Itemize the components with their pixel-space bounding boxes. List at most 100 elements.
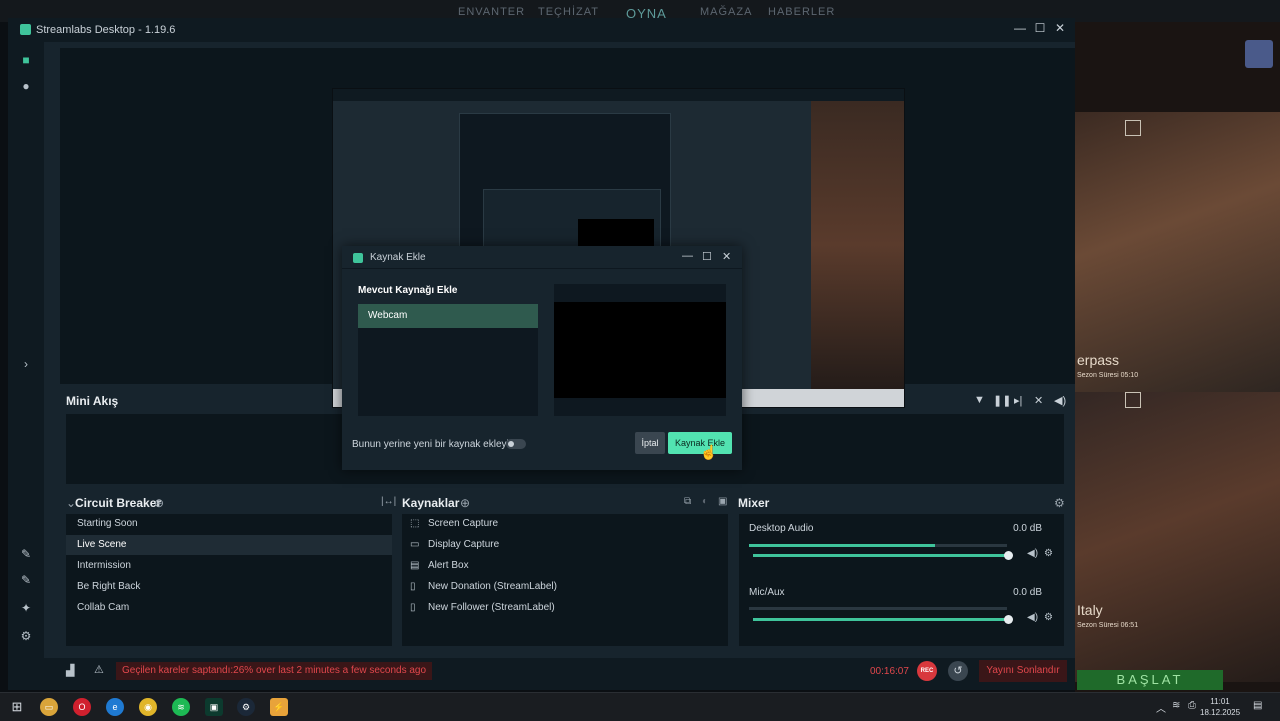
gear-icon[interactable]: ⚙: [18, 628, 34, 644]
cancel-button[interactable]: İptal: [635, 432, 665, 454]
minimize-icon[interactable]: —: [1010, 21, 1030, 35]
volume-knob[interactable]: [1004, 551, 1013, 560]
editor-icon[interactable]: ■: [18, 52, 34, 68]
volume-icon[interactable]: ◀): [1054, 394, 1066, 407]
dropped-frames-warning: Geçilen kareler saptandı:26% over last 2…: [116, 662, 433, 680]
scene-item[interactable]: Intermission: [66, 556, 392, 576]
scenes-list: Starting Soon Live Scene Intermission Be…: [66, 514, 392, 646]
game-start-banner[interactable]: BAŞLAT: [1077, 670, 1223, 690]
pause-icon[interactable]: ❚❚: [993, 394, 1011, 407]
source-label: New Donation (StreamLabel): [428, 581, 557, 592]
volume-slider[interactable]: [753, 618, 1009, 621]
edge-icon[interactable]: e: [106, 698, 124, 716]
add-source-icon[interactable]: ⊕: [460, 496, 470, 510]
source-label: New Follower (StreamLabel): [428, 602, 555, 613]
game-card: erpass Sezon Süresi 05:10: [1075, 112, 1280, 402]
source-label: Display Capture: [428, 539, 500, 550]
square-icon: [1125, 120, 1141, 136]
source-option-webcam[interactable]: Webcam: [358, 304, 538, 328]
microphone-icon[interactable]: ⎙: [1188, 700, 1196, 711]
status-bar: ▟ ⚠ Geçilen kareler saptandı:26% over la…: [8, 658, 1075, 690]
rec-button[interactable]: REC: [917, 661, 937, 681]
skip-icon[interactable]: ▸|: [1014, 394, 1022, 407]
source-item[interactable]: ▭ Display Capture: [410, 535, 499, 555]
game-nav-item: MAĞAZA: [700, 6, 753, 18]
left-nav: ■ ● › ✎ ✎ ✦ ⚙ ⚲: [8, 42, 44, 690]
mute-icon[interactable]: ◀): [1027, 548, 1038, 559]
gear-icon[interactable]: ⚙: [1044, 612, 1053, 623]
dialog-title: Kaynak Ekle: [370, 252, 426, 263]
game-card-sub: Sezon Süresi 05:10: [1077, 372, 1139, 379]
level-meter: [749, 607, 1007, 610]
source-item[interactable]: ▤ Alert Box: [410, 556, 469, 576]
channel-db: 0.0 dB: [1013, 523, 1042, 534]
file-explorer-icon[interactable]: ▭: [40, 698, 58, 716]
visibility-icon[interactable]: ◐: [702, 496, 708, 507]
close-icon[interactable]: ✕: [722, 250, 731, 263]
clock-date: 18.12.2025: [1200, 708, 1241, 717]
windows-start-icon[interactable]: ⊞: [8, 698, 26, 716]
streamlabs-logo-icon: [353, 253, 363, 263]
notification-icon[interactable]: ▤: [1253, 700, 1262, 711]
scene-item[interactable]: Collab Cam: [66, 598, 392, 618]
screen-capture-icon: ⬚: [410, 518, 420, 529]
steam-icon[interactable]: ⚙: [237, 698, 255, 716]
wifi-icon[interactable]: ≋: [1172, 700, 1180, 711]
mute-icon[interactable]: ◀): [1027, 612, 1038, 623]
add-scene-icon[interactable]: ⊕: [154, 496, 164, 510]
source-item[interactable]: ⬚ Screen Capture: [410, 514, 498, 534]
stats-icon[interactable]: ▟: [66, 664, 74, 677]
existing-sources-list: Webcam: [358, 304, 538, 416]
mute-alerts-icon[interactable]: ✕: [1034, 394, 1043, 407]
filter-icon[interactable]: ▼: [974, 394, 985, 406]
warning-icon[interactable]: ⚠: [94, 663, 104, 676]
opera-icon[interactable]: O: [73, 698, 91, 716]
source-item[interactable]: ▯ New Follower (StreamLabel): [410, 598, 555, 618]
end-stream-button[interactable]: Yayını Sonlandır: [979, 660, 1067, 682]
maximize-icon[interactable]: ☐: [702, 250, 712, 263]
record-icon[interactable]: ●: [18, 78, 34, 94]
cursor-hand-icon: ☝: [700, 444, 718, 460]
scene-item[interactable]: Be Right Back: [66, 577, 392, 597]
volume-slider[interactable]: [753, 554, 1009, 557]
sparkle-icon[interactable]: ✦: [18, 600, 34, 616]
avatar[interactable]: [1245, 40, 1273, 68]
minimize-icon[interactable]: —: [682, 250, 693, 262]
game-card-title: Italy: [1077, 602, 1103, 618]
themes-icon[interactable]: ✎: [18, 546, 34, 562]
clock-time: 11:01: [1210, 697, 1230, 706]
maximize-icon[interactable]: ☐: [1030, 21, 1050, 35]
game-card-sub: Sezon Süresi 06:51: [1077, 622, 1139, 629]
game-icon[interactable]: ⚡: [270, 698, 288, 716]
chevron-right-icon[interactable]: ›: [18, 356, 34, 372]
transition-icon[interactable]: |↔|: [381, 496, 396, 507]
game-nav-item: HABERLER: [768, 6, 836, 18]
game-background: erpass Sezon Süresi 05:10 Italy Sezon Sü…: [1075, 22, 1280, 692]
new-source-toggle[interactable]: [506, 439, 526, 449]
clock[interactable]: 11:01 18.12.2025: [1200, 696, 1240, 718]
streamlabs-icon[interactable]: ▣: [205, 698, 223, 716]
chrome-icon[interactable]: ◉: [139, 698, 157, 716]
volume-knob[interactable]: [1004, 615, 1013, 624]
spotify-icon[interactable]: ≋: [172, 698, 190, 716]
game-card-title: erpass: [1077, 352, 1120, 368]
close-icon[interactable]: ✕: [1050, 21, 1070, 35]
scene-item[interactable]: Starting Soon: [66, 514, 392, 534]
group-icon[interactable]: ⧉: [684, 496, 691, 507]
add-source-dialog: Kaynak Ekle — ☐ ✕ Mevcut Kaynağı Ekle We…: [342, 246, 742, 470]
replay-buffer-icon[interactable]: ↺: [948, 661, 968, 681]
apps-icon[interactable]: ✎: [18, 572, 34, 588]
source-item[interactable]: ▯ New Donation (StreamLabel): [410, 577, 557, 597]
mixer-settings-icon[interactable]: ⚙: [1054, 496, 1065, 510]
scenes-title[interactable]: Circuit Breaker: [75, 496, 161, 510]
add-folder-icon[interactable]: ▣: [718, 496, 727, 507]
scene-item[interactable]: Live Scene: [66, 535, 392, 555]
mini-feed-title: Mini Akış: [66, 394, 119, 408]
game-card: Italy Sezon Süresi 06:51: [1075, 392, 1280, 682]
gear-icon[interactable]: ⚙: [1044, 548, 1053, 559]
tray-chevron-icon[interactable]: ︿: [1156, 700, 1166, 715]
mixer-title: Mixer: [738, 496, 770, 510]
channel-db: 0.0 dB: [1013, 587, 1042, 598]
file-icon: ▯: [410, 602, 416, 613]
sources-list: ⬚ Screen Capture ▭ Display Capture ▤ Alert …: [402, 514, 728, 646]
